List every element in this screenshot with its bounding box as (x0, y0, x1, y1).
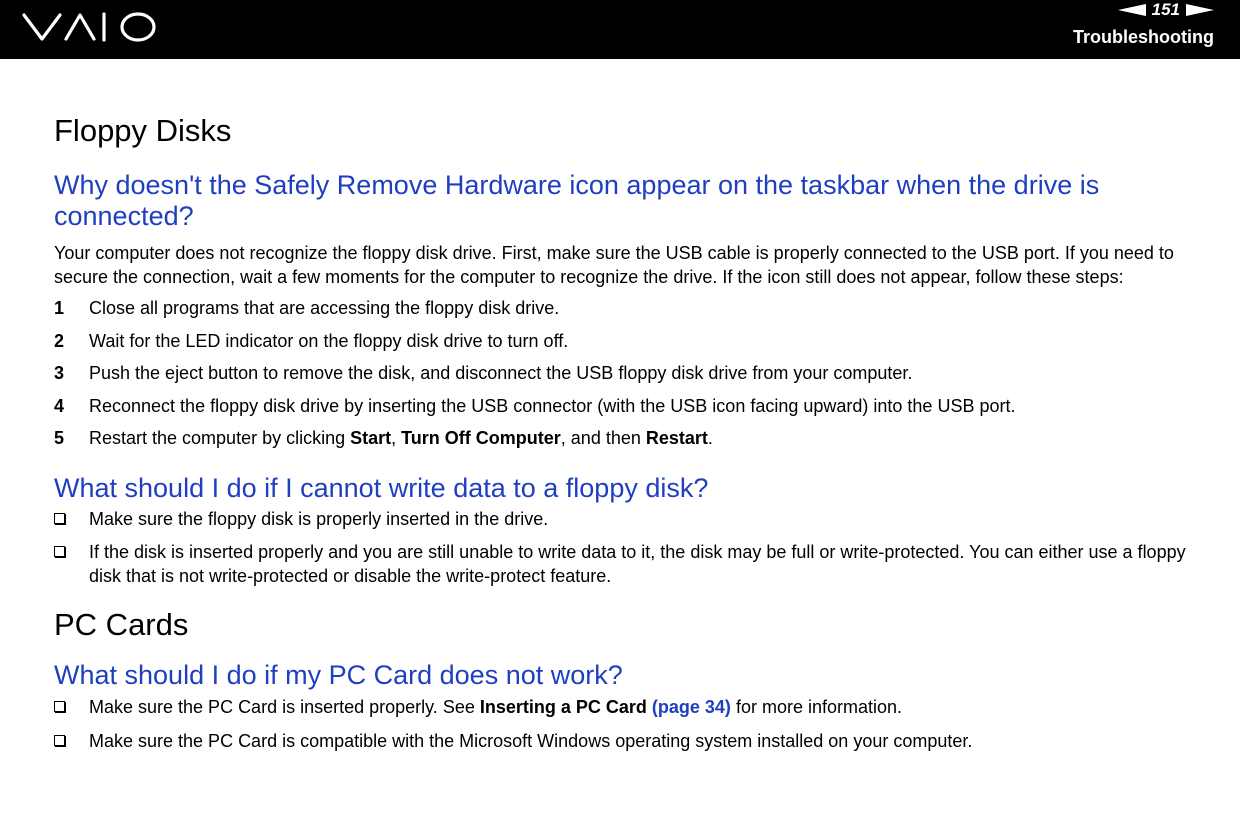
page-content: Floppy Disks Why doesn't the Safely Remo… (54, 112, 1194, 753)
step-text-mid: , and then (560, 428, 646, 448)
list-item: Make sure the PC Card is compatible with… (54, 730, 1194, 754)
step-text-end: . (707, 428, 713, 448)
page-header: 151 Troubleshooting (0, 0, 1240, 59)
vaio-logo (22, 9, 158, 50)
floppy-intro-paragraph: Your computer does not recognize the flo… (54, 243, 1174, 287)
restart-label: Restart (645, 428, 708, 448)
list-item: 4 Reconnect the floppy disk drive by ins… (54, 395, 1194, 419)
step-text-pre: Restart the computer by clicking (89, 428, 351, 448)
step-number: 1 (54, 298, 65, 318)
page-34-link[interactable]: (page 34) (652, 697, 731, 717)
right-arrow-icon[interactable] (1186, 4, 1214, 16)
heading-pc-cards: PC Cards (54, 607, 189, 642)
item-text: If the disk is inserted properly and you… (89, 542, 1186, 586)
step-text: Close all programs that are accessing th… (89, 298, 560, 318)
page-navigation: 151 (1117, 0, 1214, 20)
floppy-write-list: Make sure the floppy disk is properly in… (54, 508, 1194, 589)
question-cannot-write-floppy: What should I do if I cannot write data … (54, 472, 709, 503)
list-item: 3 Push the eject button to remove the di… (54, 362, 1194, 386)
step-number: 3 (54, 363, 65, 383)
item-text: Make sure the PC Card is compatible with… (89, 730, 973, 751)
left-arrow-icon[interactable] (1117, 4, 1146, 16)
page-number: 151 (1151, 0, 1180, 19)
item-text-post: for more information. (730, 697, 902, 717)
list-item: Make sure the floppy disk is properly in… (54, 508, 1194, 532)
checkbox-bullet-icon (54, 546, 65, 557)
list-item: Make sure the PC Card is inserted proper… (54, 696, 1194, 720)
turn-off-computer-label: Turn Off Computer (401, 428, 561, 448)
vaio-logo-icon (22, 12, 156, 42)
list-item: If the disk is inserted properly and you… (54, 541, 1194, 588)
step-text: Wait for the LED indicator on the floppy… (89, 330, 569, 351)
heading-floppy-disks: Floppy Disks (54, 113, 232, 148)
list-item: 2 Wait for the LED indicator on the flop… (54, 330, 1194, 354)
checkbox-bullet-icon (54, 734, 65, 746)
list-item: 5 Restart the computer by clicking Start… (54, 427, 1194, 451)
step-number: 5 (54, 428, 65, 448)
checkbox-bullet-icon (54, 512, 65, 524)
step-number: 4 (54, 395, 65, 416)
item-text: Make sure the floppy disk is properly in… (89, 508, 549, 529)
floppy-steps-list: 1 Close all programs that are accessing … (54, 297, 1194, 451)
item-text-pre: Make sure the PC Card is inserted proper… (89, 697, 480, 717)
inserting-pc-card-label: Inserting a PC Card (479, 697, 647, 717)
pc-card-list: Make sure the PC Card is inserted proper… (54, 696, 1194, 753)
question-pc-card-not-work: What should I do if my PC Card does not … (54, 660, 623, 690)
step-text: Reconnect the floppy disk drive by inser… (89, 395, 1016, 416)
step-text-sep: , (391, 428, 402, 448)
section-title: Troubleshooting (1073, 27, 1214, 47)
step-text: Push the eject button to remove the disk… (89, 363, 913, 383)
list-item: 1 Close all programs that are accessing … (54, 297, 1194, 321)
start-label: Start (350, 428, 392, 448)
step-number: 2 (54, 330, 65, 351)
checkbox-bullet-icon (54, 701, 65, 712)
question-safely-remove-icon: Why doesn't the Safely Remove Hardware i… (54, 170, 1100, 231)
